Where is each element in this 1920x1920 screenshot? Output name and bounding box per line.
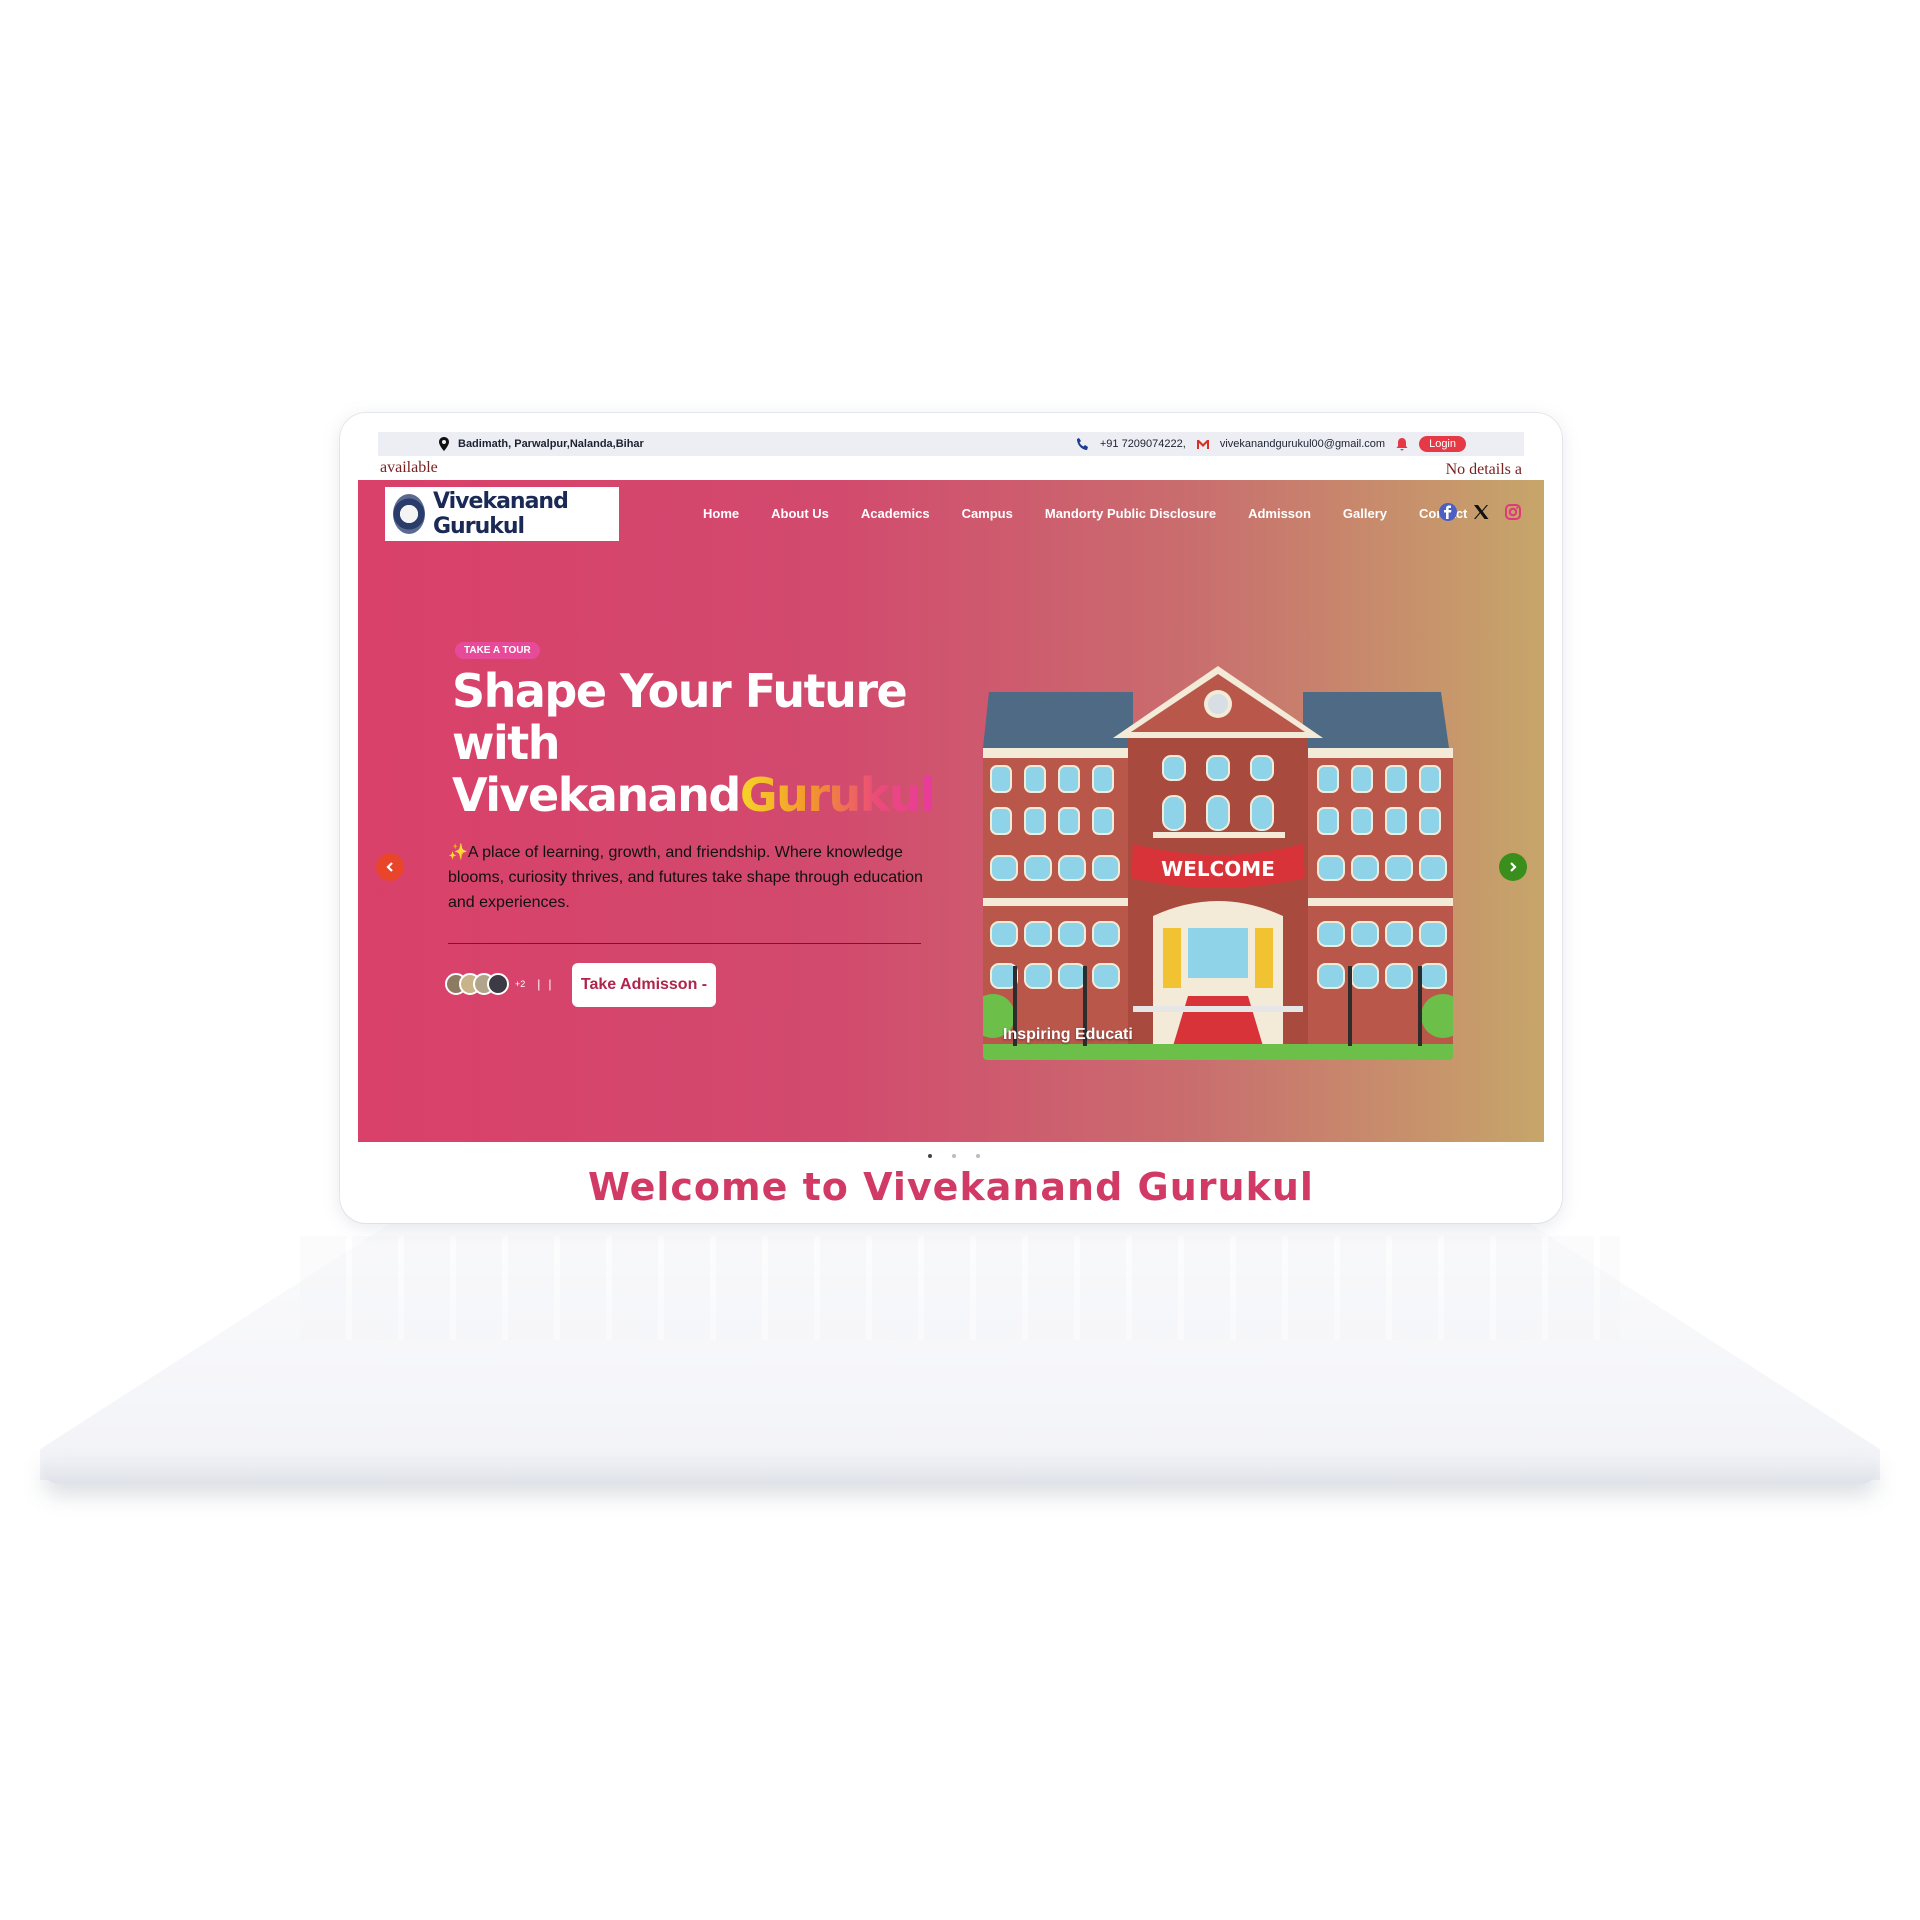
carousel-dot[interactable] bbox=[952, 1154, 956, 1158]
hero-title-line1: Shape Your Future bbox=[452, 664, 908, 718]
logo-text: Vivekanand Gurukul bbox=[433, 489, 569, 539]
location-pin-icon bbox=[438, 437, 450, 451]
website-screen: Badimath, Parwalpur,Nalanda,Bihar +91 72… bbox=[358, 430, 1544, 1220]
phone-icon bbox=[1076, 437, 1090, 451]
instagram-icon[interactable] bbox=[1504, 503, 1522, 521]
carousel-prev-button[interactable] bbox=[376, 853, 404, 881]
address-text: Badimath, Parwalpur,Nalanda,Bihar bbox=[458, 438, 644, 450]
x-icon[interactable] bbox=[1472, 503, 1490, 521]
laptop-mockup: Badimath, Parwalpur,Nalanda,Bihar +91 72… bbox=[0, 0, 1920, 1920]
notice-marquee: available No details a bbox=[378, 458, 1524, 480]
nav-academics[interactable]: Academics bbox=[861, 506, 930, 521]
student-avatars: +2 || bbox=[445, 973, 560, 995]
hero-divider bbox=[448, 943, 921, 944]
hero-carousel: Vivekanand Gurukul Home About Us Academi… bbox=[358, 480, 1544, 1142]
bell-icon[interactable] bbox=[1395, 437, 1409, 451]
nav-gallery[interactable]: Gallery bbox=[1343, 506, 1387, 521]
chevron-left-icon bbox=[386, 862, 393, 872]
carousel-indicators bbox=[928, 1154, 980, 1158]
hero-title-gradient: Gurukul bbox=[739, 768, 936, 822]
site-logo[interactable]: Vivekanand Gurukul bbox=[385, 487, 619, 541]
nav-admission[interactable]: Admisson bbox=[1248, 506, 1311, 521]
gmail-icon bbox=[1196, 439, 1210, 450]
nav-home[interactable]: Home bbox=[703, 506, 739, 521]
social-links bbox=[1438, 502, 1522, 522]
school-emblem-icon bbox=[393, 494, 425, 534]
carousel-dot[interactable] bbox=[928, 1154, 932, 1158]
separator: || bbox=[537, 977, 560, 991]
phone-number[interactable]: +91 7209074222, bbox=[1100, 438, 1186, 450]
welcome-banner-text: WELCOME bbox=[1161, 857, 1275, 881]
take-admission-button[interactable]: Take Admisson - bbox=[572, 963, 716, 1007]
nav-about-us[interactable]: About Us bbox=[771, 506, 829, 521]
take-a-tour-badge[interactable]: TAKE A TOUR bbox=[455, 642, 540, 659]
hero-description: ✨A place of learning, growth, and friend… bbox=[448, 844, 923, 911]
avatars-more-count: +2 bbox=[515, 979, 526, 989]
email-address[interactable]: vivekanandgurukul00@gmail.com bbox=[1220, 438, 1385, 450]
login-button[interactable]: Login bbox=[1419, 436, 1466, 452]
carousel-next-button[interactable] bbox=[1499, 853, 1527, 881]
address-block: Badimath, Parwalpur,Nalanda,Bihar bbox=[438, 437, 644, 451]
hero-title-line2: with bbox=[452, 716, 561, 770]
laptop-base-edge bbox=[44, 1460, 1876, 1484]
main-nav: Home About Us Academics Campus Mandorty … bbox=[703, 506, 1467, 521]
top-info-bar: Badimath, Parwalpur,Nalanda,Bihar +91 72… bbox=[378, 432, 1524, 456]
marquee-text-left: available bbox=[380, 459, 438, 476]
laptop-keyboard bbox=[300, 1236, 1620, 1340]
nav-campus[interactable]: Campus bbox=[962, 506, 1013, 521]
hero-title-line3: VivekanandGurukul bbox=[452, 768, 936, 822]
school-building-illustration: WELCOME Inspiring Educati bbox=[983, 666, 1453, 1060]
facebook-icon[interactable] bbox=[1438, 502, 1458, 522]
welcome-heading: Welcome to Vivekanand Gurukul bbox=[588, 1165, 1314, 1209]
contact-block: +91 7209074222, vivekanandgurukul00@gmai… bbox=[1076, 436, 1466, 452]
marquee-text-right: No details a bbox=[1445, 461, 1522, 478]
hero-title: Shape Your Future with VivekanandGurukul bbox=[452, 664, 936, 822]
nav-public-disclosure[interactable]: Mandorty Public Disclosure bbox=[1045, 506, 1216, 521]
carousel-dot[interactable] bbox=[976, 1154, 980, 1158]
chevron-right-icon bbox=[1510, 862, 1517, 872]
hero-title-plain: Vivekanand bbox=[452, 768, 741, 822]
image-caption: Inspiring Educati bbox=[1003, 1026, 1133, 1043]
avatar bbox=[487, 973, 509, 995]
